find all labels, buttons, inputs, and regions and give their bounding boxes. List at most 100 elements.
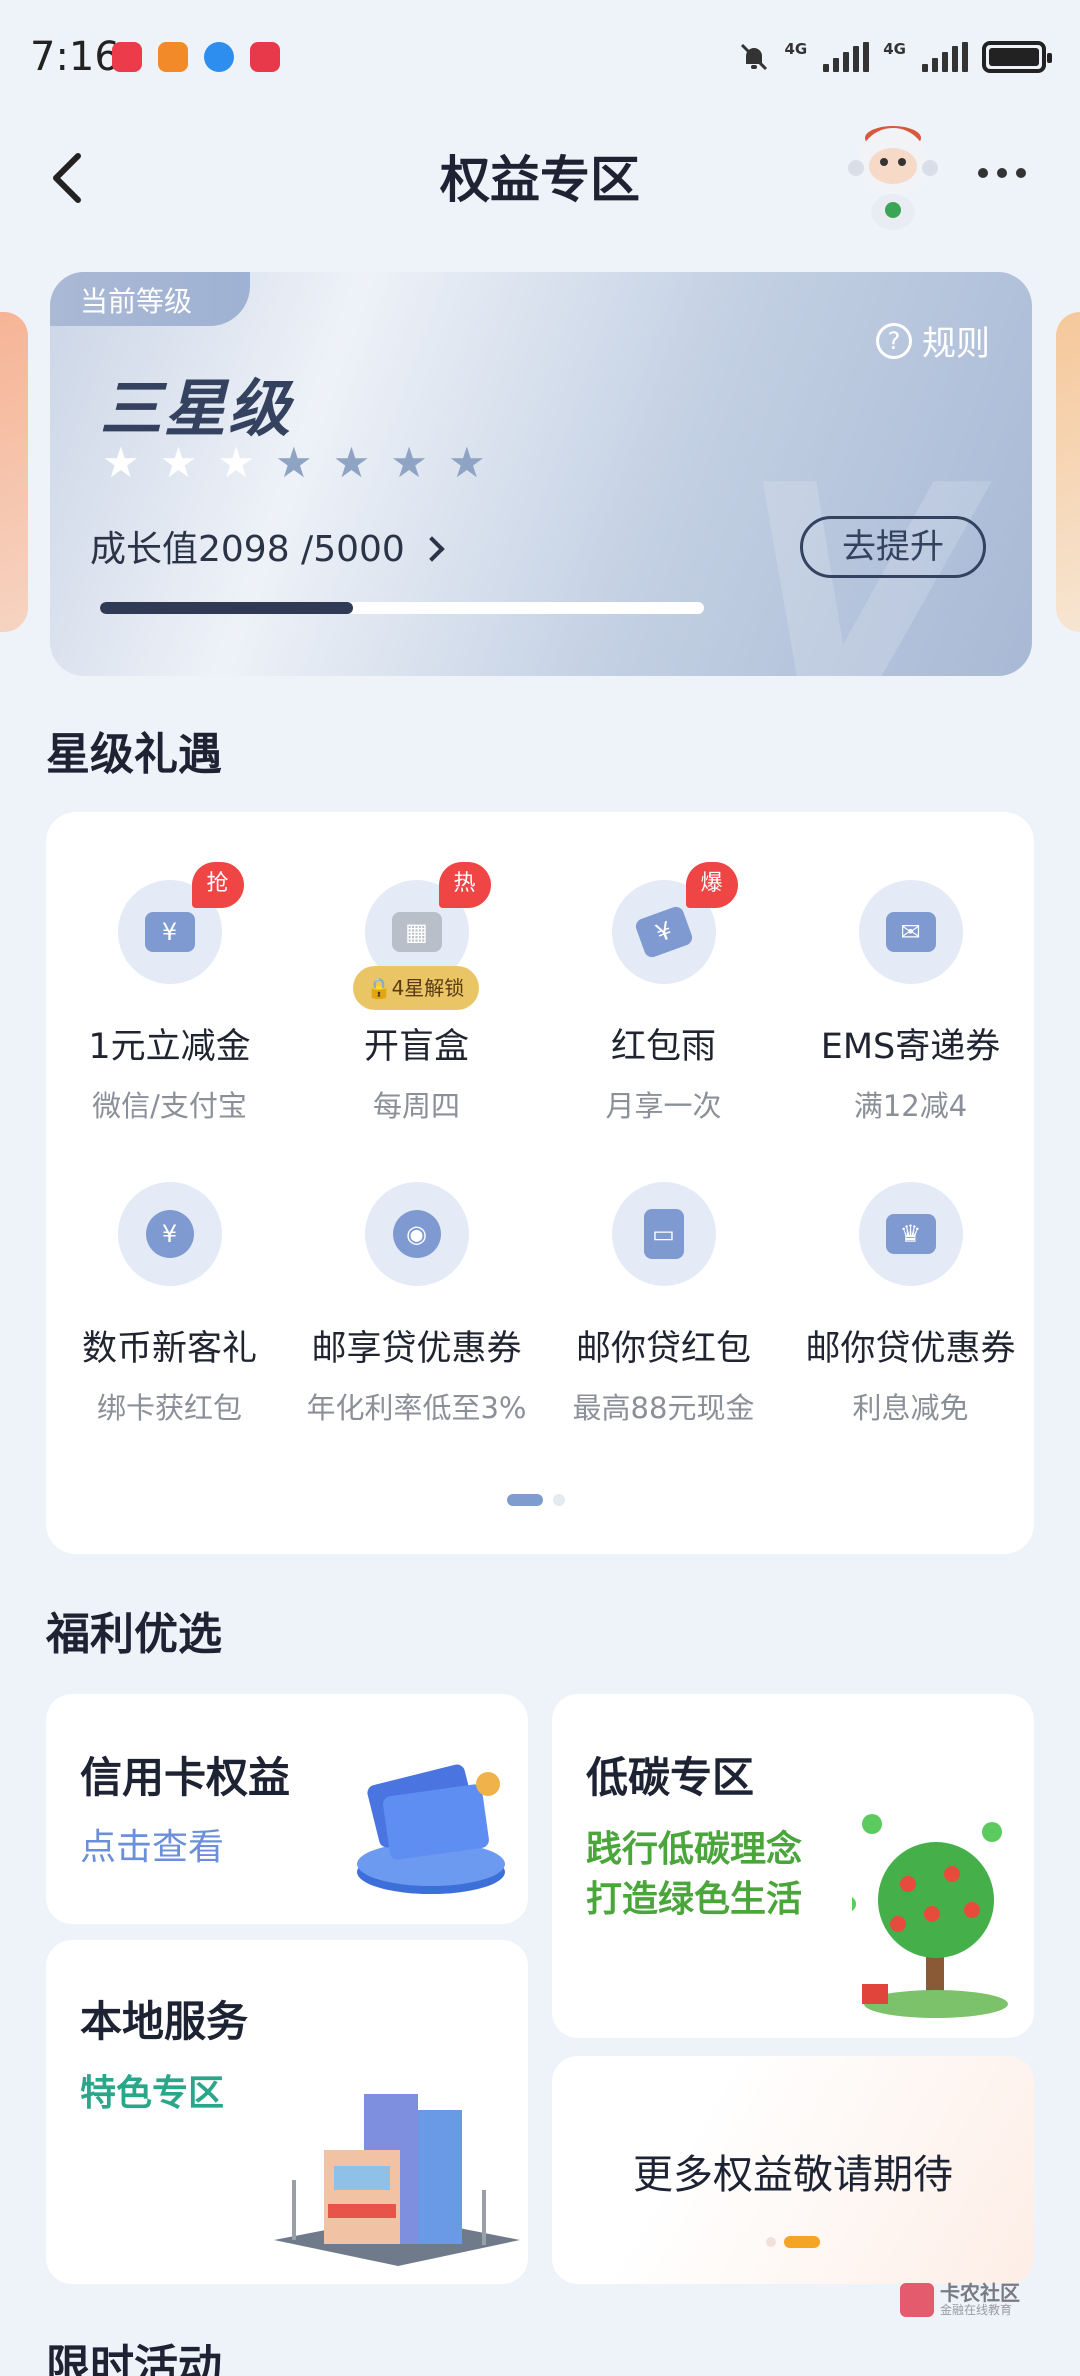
cash-coupon-icon: ¥ 抢 <box>117 862 244 984</box>
star-empty-icon: ★ <box>447 438 486 487</box>
benefit-name: 开盲盒 <box>363 1027 469 1067</box>
current-level-tag: 当前等级 <box>50 272 250 326</box>
watermark-line: 金融在线教育 <box>940 2303 1013 2317</box>
credit-card-icon <box>357 1764 505 1894</box>
notification-app-icon <box>204 42 234 72</box>
lock-icon: 🔒 <box>366 976 392 1000</box>
benefit-item[interactable]: ✉ EMS寄递券 满12减4 <box>787 880 1034 1125</box>
benefit-name: 邮享贷优惠券 <box>311 1329 522 1369</box>
benefit-item[interactable]: ¥ 抢 1元立减金 微信/支付宝 <box>46 862 293 1125</box>
promo-title: 信用卡权益 <box>80 1753 291 1802</box>
badge: 抢 <box>191 862 244 908</box>
benefit-item[interactable]: ◉ 邮享贷优惠券 年化利率低至3% <box>293 1182 540 1427</box>
watermark: 卡农社区 金融在线教育 <box>900 2282 1020 2317</box>
mute-bell-icon <box>740 43 767 71</box>
benefit-item[interactable]: ♛ 邮你贷优惠券 利息减免 <box>787 1182 1034 1427</box>
signal-icon <box>823 42 870 72</box>
digital-currency-icon: ¥ <box>117 1182 222 1286</box>
previous-level-card[interactable] <box>0 312 28 632</box>
signal-icon <box>922 42 968 72</box>
benefit-desc: 最高88元现金 <box>572 1391 755 1425</box>
growth-progress-fill <box>100 602 354 614</box>
benefit-desc: 年化利率低至3% <box>306 1391 527 1425</box>
benefit-desc: 微信/支付宝 <box>92 1089 247 1123</box>
more-benefits-card[interactable]: 更多权益敬请期待 <box>552 2056 1034 2284</box>
benefit-name: 数币新客礼 <box>81 1329 257 1369</box>
carousel-pager <box>507 1494 565 1506</box>
more-benefits-label: 更多权益敬请期待 <box>633 2152 953 2198</box>
money-tree-icon <box>852 1814 1008 2018</box>
rules-label: 规则 <box>922 324 990 364</box>
network-type-label: 4G <box>784 40 808 58</box>
promo-subtitle: 打造绿色生活 <box>586 1879 803 1920</box>
notification-app-icon <box>158 42 188 72</box>
watermark-line: 卡农社区 <box>940 2281 1020 2305</box>
mail-envelope-icon: ✉ <box>858 880 963 984</box>
star-filled-icon: ★ <box>159 438 198 487</box>
star-empty-icon: ★ <box>390 438 428 487</box>
promo-title: 低碳专区 <box>586 1753 755 1802</box>
benefit-desc: 满12减4 <box>853 1089 968 1123</box>
star-filled-icon: ★ <box>102 438 140 487</box>
more-options-icon[interactable] <box>978 168 1026 178</box>
next-level-card[interactable] <box>1056 312 1080 632</box>
growth-value: 成长值2098 /5000 <box>90 529 405 570</box>
red-packet-icon: ▭ <box>611 1182 716 1286</box>
question-mark-icon: ? <box>876 322 912 359</box>
benefit-name: 邮你贷优惠券 <box>805 1329 1016 1369</box>
benefit-desc: 月享一次 <box>605 1089 722 1123</box>
section-title-benefits: 星级礼遇 <box>46 729 222 780</box>
pager-dot-active <box>507 1494 543 1506</box>
badge: 爆 <box>685 862 738 908</box>
benefit-item[interactable]: ¥ 爆 红包雨 月享一次 <box>540 862 787 1125</box>
gift-box-icon: ▦ 热 🔒4星解锁 <box>352 862 491 1010</box>
benefit-desc: 每周四 <box>372 1089 460 1123</box>
benefit-name: 邮你贷红包 <box>575 1329 751 1369</box>
network-type-label: 4G <box>883 40 906 58</box>
star-empty-icon: ★ <box>274 438 313 487</box>
header: 权益专区 <box>0 118 1080 230</box>
status-indicators: 4G 4G <box>737 40 1052 74</box>
level-name: 三星级 <box>100 372 293 445</box>
rules-link[interactable]: ? 规则 <box>876 316 990 365</box>
mascot-icon[interactable] <box>838 106 948 232</box>
section-title-welfare: 福利优选 <box>46 1609 222 1660</box>
city-buildings-icon <box>274 2094 520 2266</box>
level-stars: ★ ★ ★ ★ ★ ★ ★ <box>102 442 486 484</box>
status-time: 7:16 <box>30 34 120 80</box>
promo-subtitle: 践行低碳理念 <box>586 1829 803 1870</box>
upgrade-button[interactable]: 去提升 <box>800 516 986 578</box>
low-carbon-promo[interactable]: 低碳专区 践行低碳理念 打造绿色生活 <box>552 1694 1034 2038</box>
pager-dot <box>553 1494 565 1506</box>
kanong-logo-icon <box>900 2282 934 2317</box>
notification-app-icon <box>112 42 142 72</box>
growth-value-link[interactable]: 成长值2098 /5000 <box>90 520 445 572</box>
benefits-card: ¥ 抢 1元立减金 微信/支付宝 ▦ 热 🔒4星解锁 开盲盒 每周四 ¥ 爆 红… <box>46 812 1034 1554</box>
crown-icon: ♛ <box>858 1182 963 1286</box>
chevron-right-icon <box>419 536 445 562</box>
benefit-name: 1元立减金 <box>88 1027 251 1067</box>
pager-dot <box>766 2237 776 2247</box>
pager-dot-active <box>784 2236 820 2248</box>
status-app-icons <box>112 42 280 72</box>
star-empty-icon: ★ <box>332 438 371 487</box>
loan-hand-icon: ◉ <box>364 1182 469 1286</box>
lock-label: 4星解锁 <box>391 976 465 1000</box>
level-card: V 当前等级 ? 规则 三星级 ★ ★ ★ ★ ★ ★ ★ 成长值2098 /5000 去提… <box>50 272 1032 676</box>
red-envelope-icon: ¥ 爆 <box>611 862 738 984</box>
benefit-desc: 绑卡获红包 <box>96 1391 242 1425</box>
benefit-item[interactable]: ▭ 邮你贷红包 最高88元现金 <box>540 1182 787 1427</box>
benefit-item[interactable]: ¥ 数币新客礼 绑卡获红包 <box>46 1182 293 1427</box>
benefit-name: 红包雨 <box>610 1027 716 1067</box>
section-title-limited: 限时活动 <box>46 2341 222 2376</box>
growth-progress-bar <box>100 602 704 614</box>
lock-badge: 🔒4星解锁 <box>352 966 479 1010</box>
battery-icon <box>982 41 1052 73</box>
credit-card-promo[interactable]: 信用卡权益 点击查看 <box>46 1694 528 1924</box>
benefit-desc: 利息减免 <box>852 1391 969 1425</box>
badge: 热 <box>438 862 491 908</box>
notification-app-icon <box>250 42 280 72</box>
promo-title: 本地服务 <box>80 1997 249 2046</box>
local-service-promo[interactable]: 本地服务 特色专区 <box>46 1940 528 2284</box>
benefit-item[interactable]: ▦ 热 🔒4星解锁 开盲盒 每周四 <box>293 862 540 1125</box>
